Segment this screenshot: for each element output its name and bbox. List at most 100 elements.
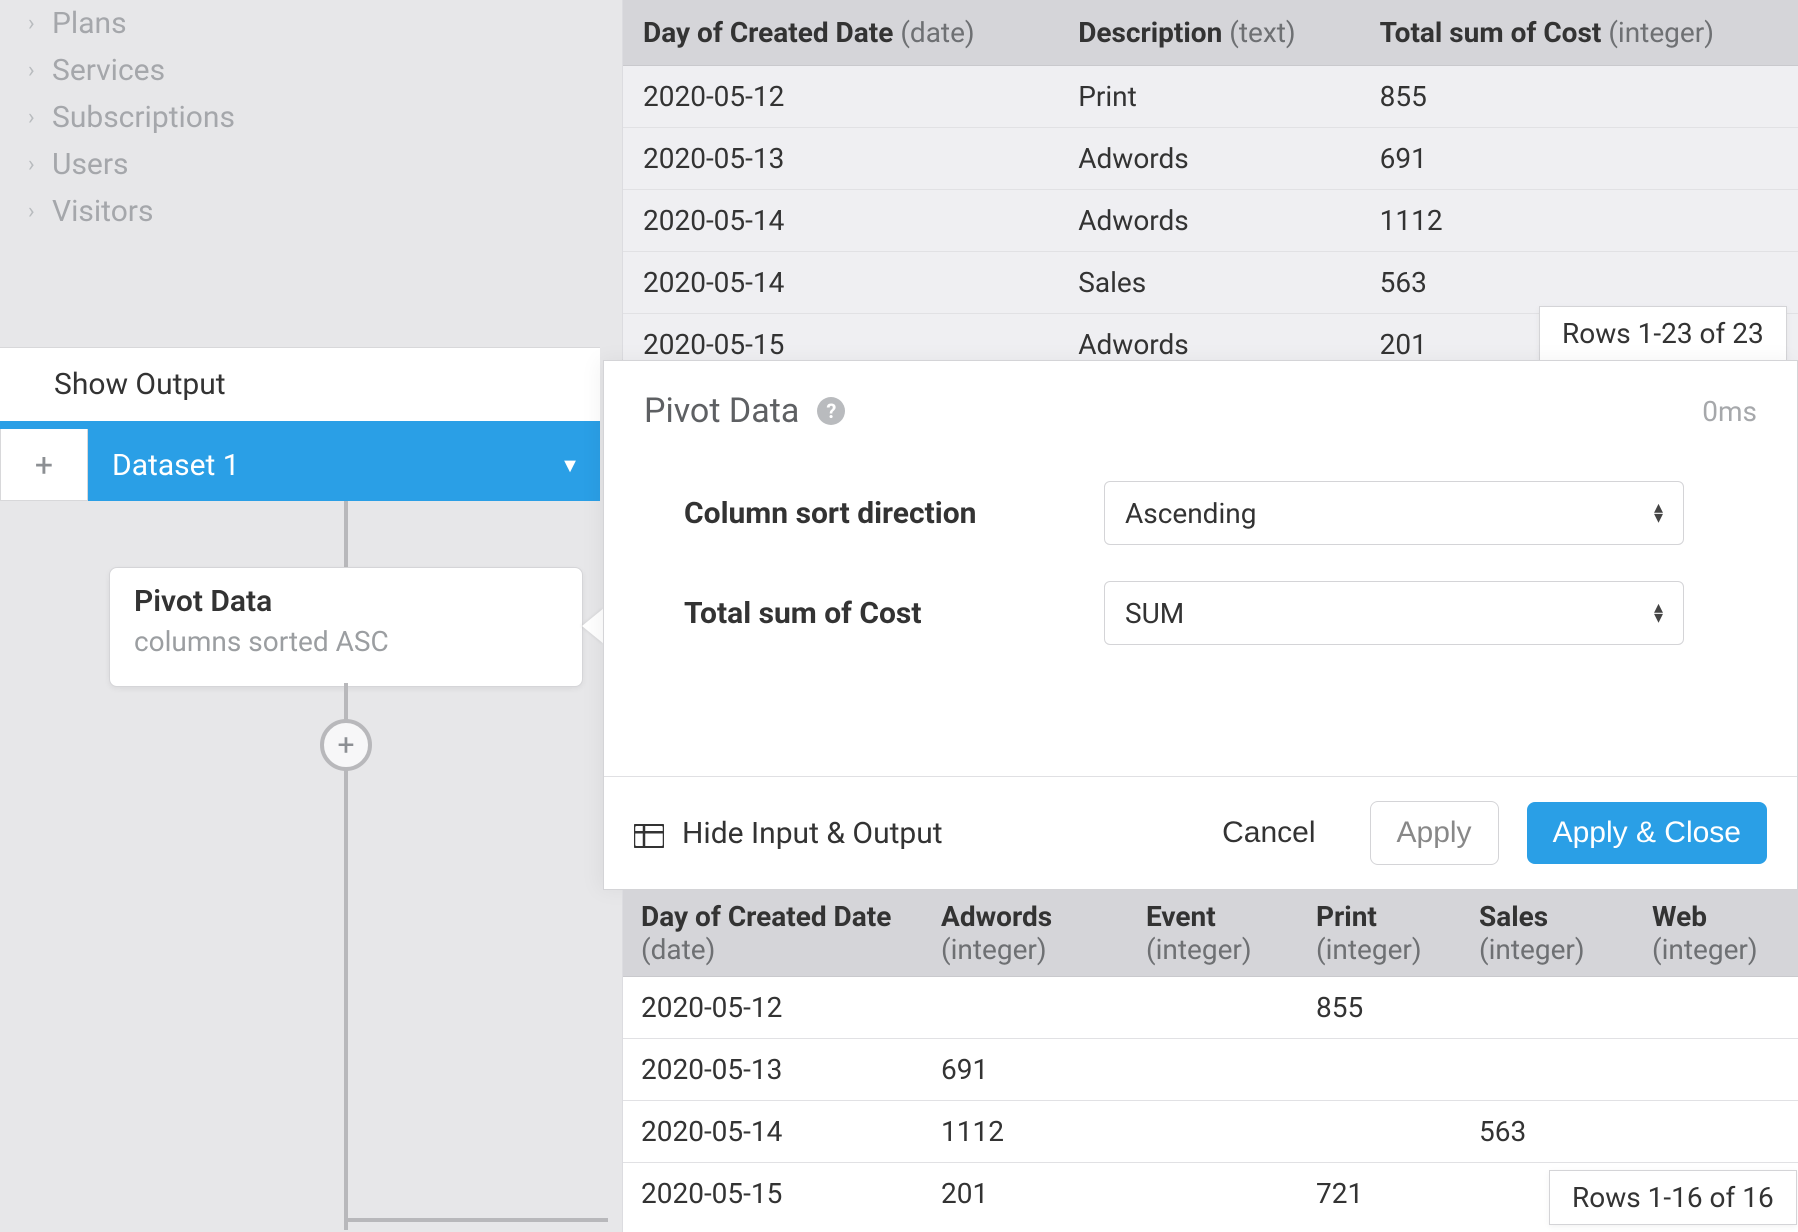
sidebar-item-services[interactable]: ›Services <box>28 47 588 94</box>
sidebar-nav: ›Plans ›Services ›Subscriptions ›Users ›… <box>28 0 588 235</box>
form-row-agg: Total sum of Cost SUM ▴▾ <box>684 581 1757 645</box>
sort-direction-select[interactable]: Ascending ▴▾ <box>1104 481 1684 545</box>
pointer-icon <box>582 608 604 644</box>
cell <box>1298 1039 1461 1101</box>
column-header[interactable]: Description (text) <box>1058 0 1359 66</box>
table-row[interactable]: 2020-05-12855 <box>623 977 1798 1039</box>
cell: 2020-05-15 <box>623 1163 923 1225</box>
rows-count-badge: Rows 1-16 of 16 <box>1549 1170 1797 1225</box>
apply-close-button[interactable]: Apply & Close <box>1527 802 1767 864</box>
col-name: Web <box>1652 900 1707 933</box>
cell: 2020-05-12 <box>623 66 1058 128</box>
col-name: Day of Created Date <box>641 900 891 933</box>
cell <box>1128 977 1298 1039</box>
column-header[interactable]: Total sum of Cost (integer) <box>1360 0 1798 66</box>
panel-timing: 0ms <box>1702 395 1757 428</box>
select-value: Ascending <box>1125 497 1256 530</box>
cell: Sales <box>1058 252 1359 314</box>
col-type: (integer) <box>1479 933 1616 966</box>
table-row[interactable]: 2020-05-14Adwords1112 <box>623 190 1798 252</box>
cell: 563 <box>1360 252 1798 314</box>
triangle-down-icon: ▼ <box>560 453 580 478</box>
connector-line <box>344 683 348 723</box>
col-name: Print <box>1316 900 1377 933</box>
col-type: (date) <box>641 933 905 966</box>
sidebar-item-subscriptions[interactable]: ›Subscriptions <box>28 94 588 141</box>
cell: 2020-05-14 <box>623 190 1058 252</box>
panel-footer: Hide Input & Output Cancel Apply Apply &… <box>604 776 1797 889</box>
dataset-tab[interactable]: Dataset 1 <box>88 429 540 501</box>
connector-line <box>344 501 348 573</box>
cell <box>1634 1039 1798 1101</box>
col-type: (integer) <box>1652 933 1781 966</box>
chevron-right-icon: › <box>28 105 52 130</box>
updown-caret-icon: ▴▾ <box>1654 503 1663 523</box>
accent-bar <box>0 421 600 429</box>
sort-direction-label: Column sort direction <box>684 496 1104 531</box>
apply-button[interactable]: Apply <box>1370 801 1499 865</box>
help-icon[interactable]: ? <box>817 397 845 425</box>
hide-io-label: Hide Input & Output <box>682 816 943 851</box>
col-name: Adwords <box>941 900 1052 933</box>
add-dataset-button[interactable]: + <box>0 429 88 501</box>
plus-icon: + <box>337 728 354 763</box>
sidebar-item-label: Plans <box>52 6 127 41</box>
pivot-node-card[interactable]: Pivot Data columns sorted ASC <box>109 567 583 687</box>
cell: 1112 <box>1360 190 1798 252</box>
rows-badge-text: Rows 1-16 of 16 <box>1572 1181 1774 1214</box>
column-header[interactable]: Event(integer) <box>1128 890 1298 977</box>
cell: 691 <box>923 1039 1128 1101</box>
chevron-right-icon: › <box>28 152 52 177</box>
col-type: (integer) <box>1316 933 1443 966</box>
form-row-sort: Column sort direction Ascending ▴▾ <box>684 481 1757 545</box>
rows-count-badge: Rows 1-23 of 23 <box>1539 306 1787 361</box>
cell: 2020-05-14 <box>623 1101 923 1163</box>
col-name: Sales <box>1479 900 1548 933</box>
dataset-dropdown-button[interactable]: ▼ <box>540 429 600 501</box>
aggregate-select[interactable]: SUM ▴▾ <box>1104 581 1684 645</box>
column-header[interactable]: Adwords(integer) <box>923 890 1128 977</box>
panel-header: Pivot Data ? 0ms <box>604 361 1797 441</box>
cancel-button[interactable]: Cancel <box>1196 802 1341 864</box>
table-row[interactable]: 2020-05-13691 <box>623 1039 1798 1101</box>
table-row[interactable]: 2020-05-12Print855 <box>623 66 1798 128</box>
show-output-button[interactable]: Show Output <box>0 347 600 421</box>
cell <box>1461 977 1634 1039</box>
footer-actions: Cancel Apply Apply & Close <box>1196 801 1767 865</box>
hide-io-button[interactable]: Hide Input & Output <box>634 816 943 851</box>
cell <box>1634 1101 1798 1163</box>
col-type: (integer) <box>1146 933 1280 966</box>
cell: 2020-05-13 <box>623 128 1058 190</box>
cell: 1112 <box>923 1101 1128 1163</box>
sidebar-item-visitors[interactable]: ›Visitors <box>28 188 588 235</box>
column-header[interactable]: Web(integer) <box>1634 890 1798 977</box>
cell <box>923 977 1128 1039</box>
cell <box>1298 1101 1461 1163</box>
sidebar-item-plans[interactable]: ›Plans <box>28 0 588 47</box>
chevron-right-icon: › <box>28 58 52 83</box>
cell: 721 <box>1298 1163 1461 1225</box>
col-name: Description <box>1078 16 1222 49</box>
add-step-button[interactable]: + <box>320 719 372 771</box>
button-label: Apply <box>1397 816 1472 849</box>
column-header[interactable]: Print(integer) <box>1298 890 1461 977</box>
button-label: Apply & Close <box>1553 816 1741 849</box>
sidebar-item-label: Users <box>52 147 129 182</box>
pivot-config-panel: Pivot Data ? 0ms Column sort direction A… <box>603 360 1798 890</box>
column-header[interactable]: Sales(integer) <box>1461 890 1634 977</box>
sidebar-item-users[interactable]: ›Users <box>28 141 588 188</box>
aggregate-label: Total sum of Cost <box>684 596 1104 631</box>
cell: Adwords <box>1058 190 1359 252</box>
col-type: (date) <box>900 16 974 49</box>
table-row[interactable]: 2020-05-14Sales563 <box>623 252 1798 314</box>
column-header[interactable]: Day of Created Date(date) <box>623 890 923 977</box>
dataset-bar: + Dataset 1 ▼ <box>0 429 600 501</box>
table-row[interactable]: 2020-05-13Adwords691 <box>623 128 1798 190</box>
rows-badge-text: Rows 1-23 of 23 <box>1562 317 1764 350</box>
panel-form: Column sort direction Ascending ▴▾ Total… <box>604 441 1797 701</box>
col-type: (text) <box>1229 16 1295 49</box>
sidebar-item-label: Subscriptions <box>52 100 235 135</box>
column-header[interactable]: Day of Created Date (date) <box>623 0 1058 66</box>
cell: 855 <box>1360 66 1798 128</box>
table-row[interactable]: 2020-05-141112563 <box>623 1101 1798 1163</box>
